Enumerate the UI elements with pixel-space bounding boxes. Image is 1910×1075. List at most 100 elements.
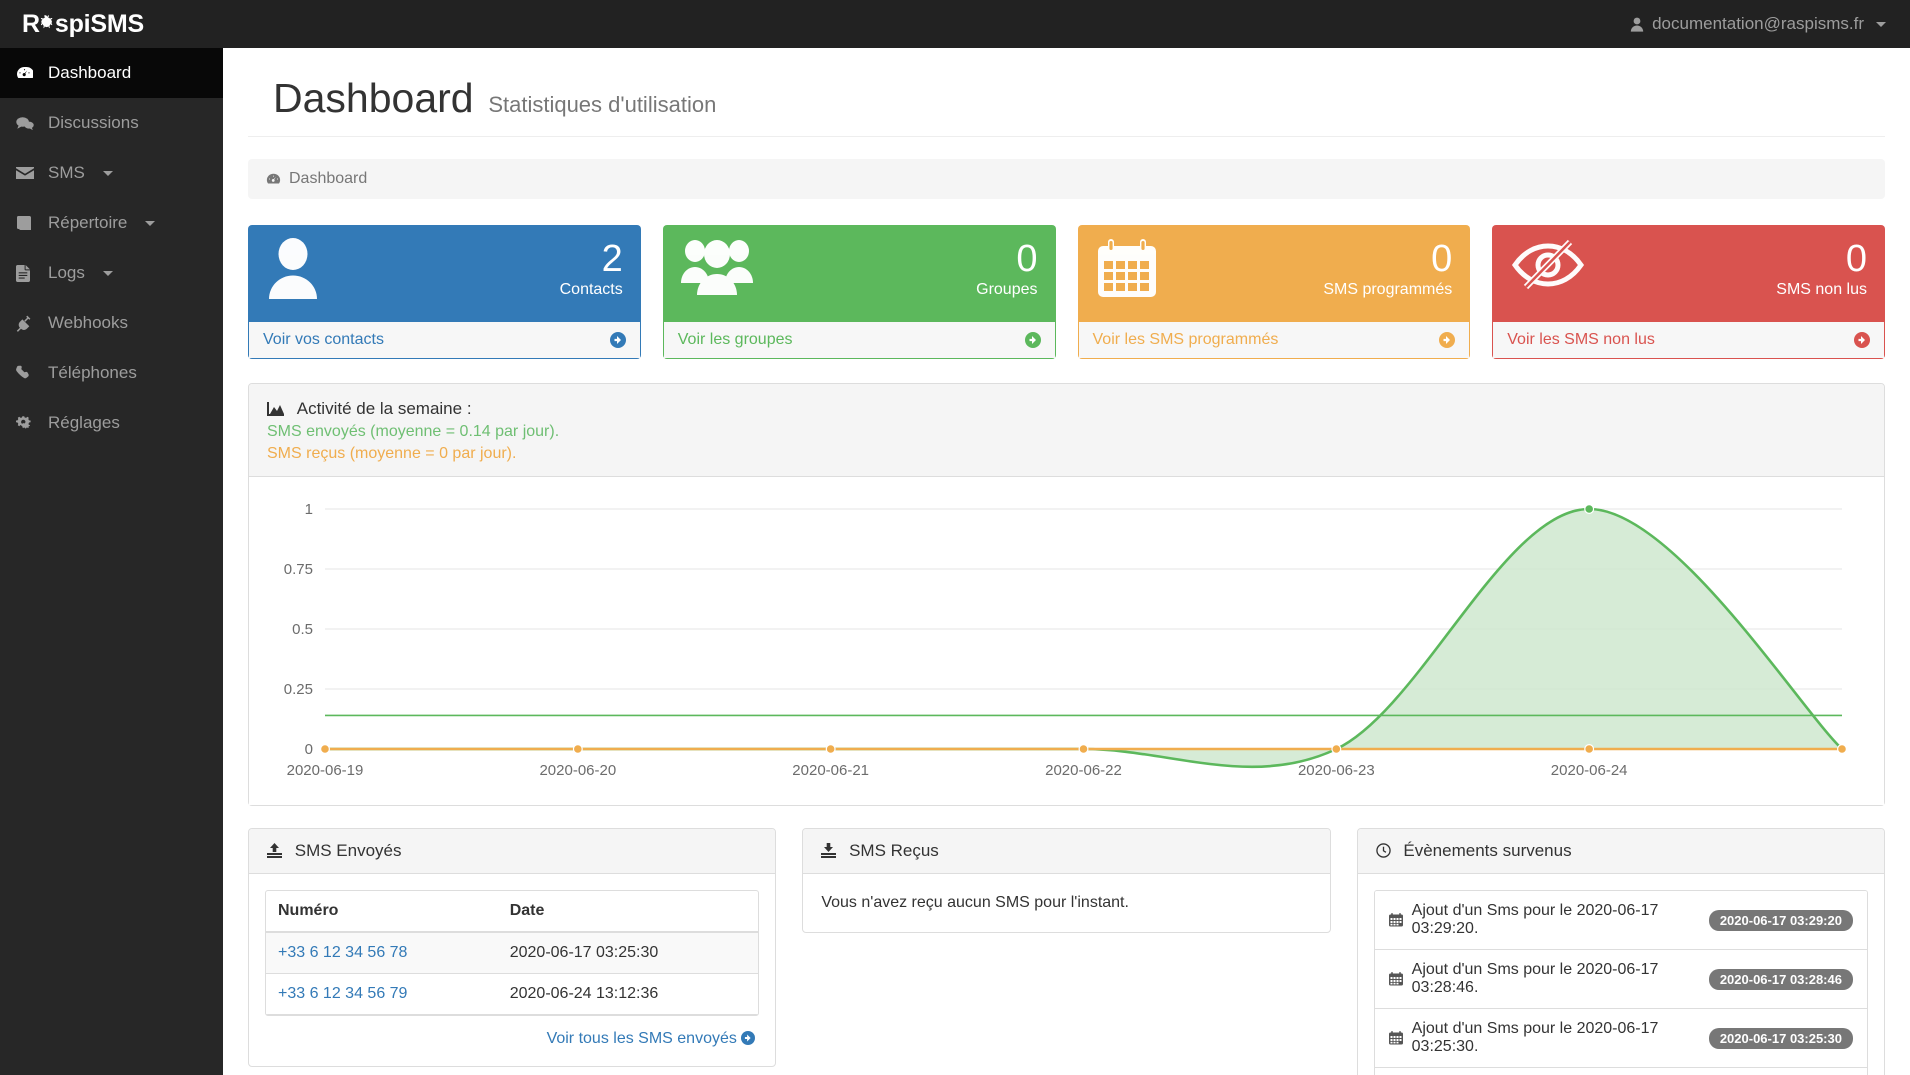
chart-data-point[interactable]: [319, 744, 330, 755]
list-item[interactable]: Ajout d'un Sms pour le 2020-06-17 03:25:…: [1374, 1009, 1867, 1069]
column-header-date: Date: [497, 891, 759, 934]
caret-down-icon: [102, 170, 113, 176]
stat-card-label: Groupes: [976, 281, 1038, 298]
stat-card-value-wrap: 0 SMS non lus: [1776, 237, 1867, 299]
clock-icon: [1375, 841, 1396, 860]
sidebar-item-reglages[interactable]: Réglages: [0, 398, 223, 448]
sidebar-item-telephones[interactable]: Téléphones: [0, 348, 223, 398]
x-axis-tick-label: 2020-06-23: [1298, 762, 1375, 779]
phone-number-link[interactable]: +33 6 12 34 56 78: [278, 944, 407, 961]
calendar-icon: [1388, 913, 1403, 927]
cell-numero[interactable]: +33 6 12 34 56 79: [266, 973, 498, 1016]
arrow-circle-right-icon: [1024, 332, 1041, 348]
chart-data-point[interactable]: [1584, 504, 1595, 515]
legend-received-label: SMS reçus (moyenne = 0 par jour).: [267, 444, 517, 462]
chart-data-point[interactable]: [1584, 744, 1595, 755]
table-header-row: Numéro Date: [266, 891, 759, 934]
stat-card-link-label: Voir vos contacts: [263, 331, 384, 348]
stat-card-footer-link[interactable]: Voir les groupes: [662, 322, 1056, 359]
events-body: Ajout d'un Sms pour le 2020-06-17 03:29:…: [1358, 874, 1884, 1075]
sidebar-item-dashboard[interactable]: Dashboard: [0, 48, 223, 98]
stat-card-value: 0: [1431, 238, 1453, 280]
sidebar-item-label: Webhooks: [48, 313, 129, 332]
sent-sms-table-wrapper: Numéro Date +33 6 12 34 56 78 2020-06-17…: [265, 890, 760, 1017]
stat-card-label: SMS programmés: [1323, 281, 1453, 298]
caret-down-icon: [145, 220, 156, 226]
sidebar-item-label: Réglages: [48, 413, 120, 432]
stat-card-footer-link[interactable]: Voir vos contacts: [248, 322, 641, 359]
sent-sms-panel: SMS Envoyés Numéro Date +33 6 12 34 56 7…: [248, 828, 777, 1068]
stat-card-link-label: Voir les SMS non lus: [1507, 331, 1655, 348]
chart-data-point[interactable]: [572, 744, 583, 755]
activity-chart-svg[interactable]: 0 0.25 0.5 0.75 1 2020-06-19 2020-06-20 2020-06…: [265, 495, 1870, 795]
list-item[interactable]: Ajout d'un Sms pour le 2020-06-17 03:28:…: [1374, 950, 1867, 1010]
stat-card-label: Contacts: [559, 281, 623, 298]
sidebar-item-label: SMS: [48, 163, 85, 182]
status-badge: 2020-06-17 03:28:46: [1708, 968, 1853, 990]
sidebar-item-discussions[interactable]: Discussions: [0, 98, 223, 148]
stat-card-contacts[interactable]: 2 Contacts Voir vos contacts: [248, 225, 641, 359]
breadcrumb: Dashboard: [248, 159, 1885, 199]
chart-data-point[interactable]: [825, 744, 836, 755]
sent-sms-title: SMS Envoyés: [294, 841, 402, 861]
received-sms-column: SMS Reçus Vous n'avez reçu aucun SMS pou…: [802, 828, 1331, 1075]
events-title: Évènements survenus: [1403, 841, 1572, 861]
stat-card-groupes[interactable]: 0 Groupes Voir les groupes: [662, 225, 1056, 359]
x-axis-tick-label: 2020-06-19: [287, 762, 364, 779]
see-all-sent-sms[interactable]: Voir tous les SMS envoyés: [265, 1016, 759, 1050]
arrow-circle-right-icon: [741, 1030, 756, 1047]
event-left: Ajout d'un Sms pour le 2020-06-17 03:29:…: [1388, 902, 1709, 938]
events-list: Ajout d'un Sms pour le 2020-06-17 03:29:…: [1373, 890, 1868, 1075]
event-left: Ajout d'un Sms pour le 2020-06-17 03:28:…: [1388, 961, 1709, 997]
chart-data-point[interactable]: [1836, 744, 1847, 755]
see-all-sent-sms-link[interactable]: Voir tous les SMS envoyés: [547, 1030, 756, 1047]
y-axis-tick-label: 0.75: [284, 561, 313, 578]
user-icon: [266, 237, 320, 299]
stat-card-link-label: Voir les groupes: [677, 331, 793, 348]
list-item[interactable]: Ajout d'un Sms pour le 2020-06-17 03:29:…: [1374, 891, 1867, 951]
received-sms-empty-message: Vous n'avez reçu aucun SMS pour l'instan…: [821, 894, 1129, 912]
table-row: +33 6 12 34 56 79 2020-06-24 13:12:36: [266, 973, 759, 1016]
sidebar-item-logs[interactable]: Logs: [0, 248, 223, 298]
dashboard-icon: [16, 66, 36, 81]
stat-card-label: SMS non lus: [1776, 281, 1867, 298]
stat-card-value: 0: [1016, 238, 1038, 280]
user-menu[interactable]: documentation@raspisms.fr: [1630, 14, 1910, 34]
stat-card-sms-programmes[interactable]: 0 SMS programmés Voir les SMS programmés: [1077, 225, 1471, 359]
stat-card-sms-non-lus[interactable]: 0 SMS non lus Voir les SMS non lus: [1492, 225, 1885, 359]
arrow-circle-right-icon: [1439, 332, 1456, 348]
plug-icon: [16, 315, 36, 332]
received-sms-body: Vous n'avez reçu aucun SMS pour l'instan…: [803, 874, 1329, 932]
activity-chart-title: Activité de la semaine :: [296, 399, 472, 418]
book-icon: [16, 215, 36, 231]
table-row: +33 6 12 34 56 78 2020-06-17 03:25:30: [266, 932, 759, 975]
users-icon: [680, 237, 753, 295]
phone-number-link[interactable]: +33 6 12 34 56 79: [278, 985, 407, 1002]
activity-chart-body[interactable]: 0 0.25 0.5 0.75 1 2020-06-19 2020-06-20 2020-06…: [249, 477, 1884, 806]
cell-numero[interactable]: +33 6 12 34 56 78: [266, 932, 498, 975]
sidebar-item-webhooks[interactable]: Webhooks: [0, 298, 223, 348]
sent-sms-tbody: +33 6 12 34 56 78 2020-06-17 03:25:30 +3…: [266, 932, 759, 1016]
sidebar: Dashboard Discussions SMS Répertoire Log…: [0, 48, 223, 1075]
chart-data-point[interactable]: [1331, 744, 1342, 755]
user-icon: [1630, 17, 1644, 32]
brand-logo[interactable]: R spiSMS: [0, 10, 223, 39]
chart-data-point[interactable]: [1078, 744, 1089, 755]
sidebar-item-sms[interactable]: SMS: [0, 148, 223, 198]
calendar-icon: [1388, 1031, 1403, 1045]
stat-card-body: 2 Contacts: [248, 225, 641, 322]
arrow-circle-right-icon: [1854, 332, 1870, 348]
status-badge: 2020-06-17 03:29:20: [1708, 909, 1853, 931]
stat-card-footer-link[interactable]: Voir les SMS non lus: [1492, 322, 1885, 359]
stat-card-footer-link[interactable]: Voir les SMS programmés: [1077, 322, 1471, 359]
event-text: Ajout d'un Sms pour le 2020-06-17 03:29:…: [1411, 902, 1659, 938]
sent-sms-thead: Numéro Date: [266, 891, 759, 934]
top-navbar: R spiSMS documentation@raspisms.fr: [0, 0, 1910, 48]
list-item[interactable]: Ajout d'un Sms pour le 2020-06-17 03:16:…: [1374, 1068, 1867, 1075]
sidebar-item-label: Téléphones: [48, 363, 137, 382]
event-text: Ajout d'un Sms pour le 2020-06-17 03:25:…: [1411, 1020, 1659, 1056]
breadcrumb-label: Dashboard: [289, 170, 368, 187]
raspberry-icon: [40, 14, 55, 34]
cogs-icon: [16, 415, 36, 431]
sidebar-item-repertoire[interactable]: Répertoire: [0, 198, 223, 248]
